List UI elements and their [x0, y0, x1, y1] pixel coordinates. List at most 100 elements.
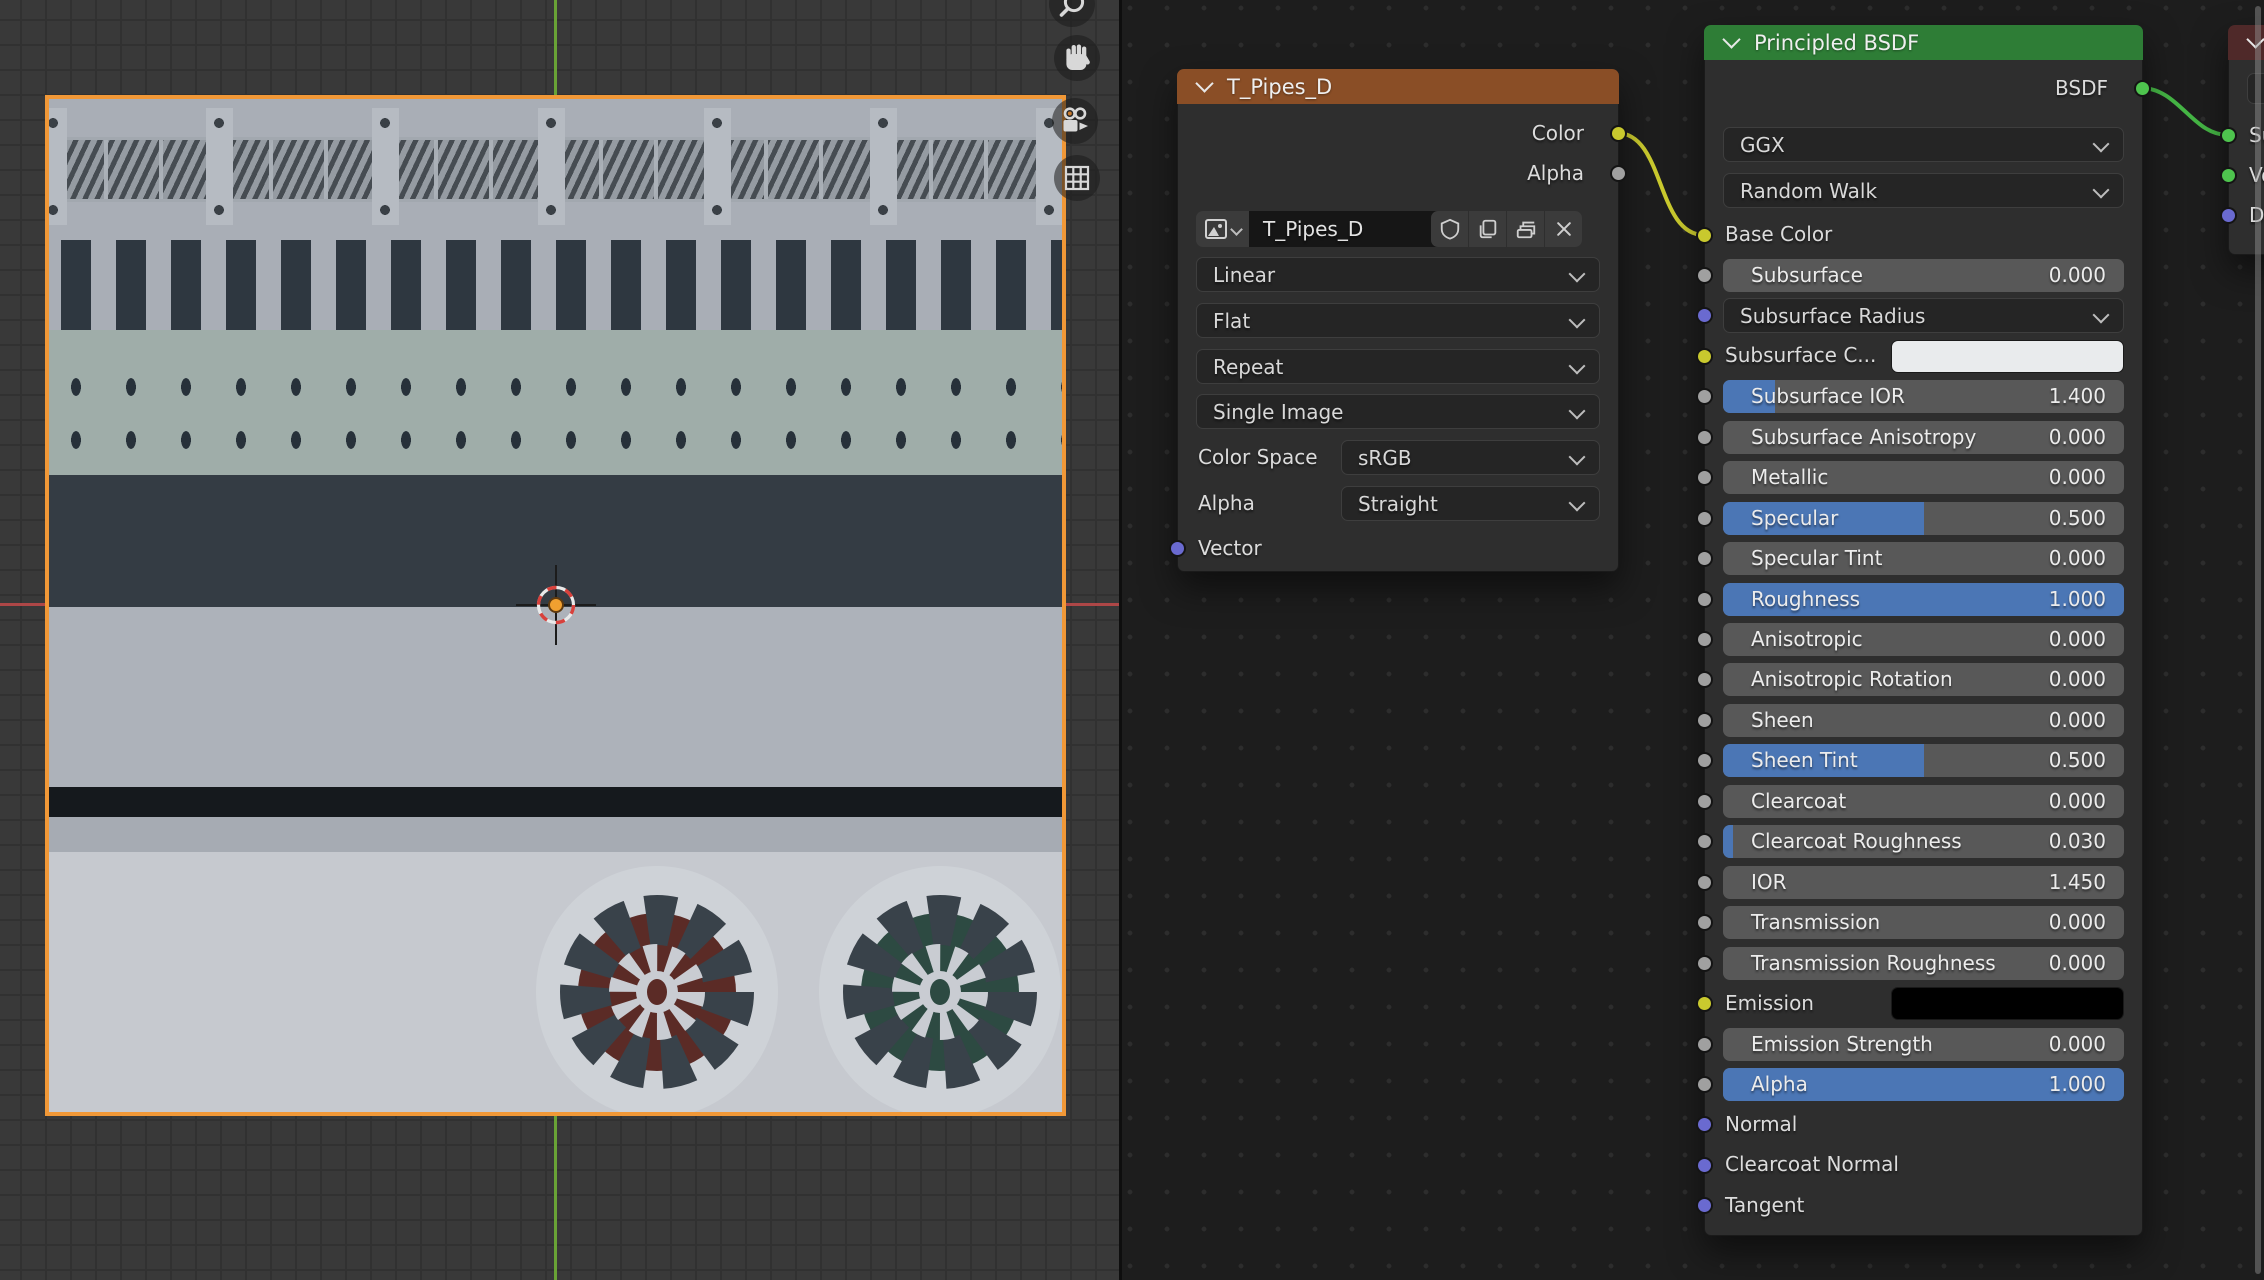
displacement-input-socket[interactable]: [2220, 207, 2237, 224]
subsurface-ior-slider[interactable]: Subsurface IOR 1.400: [1723, 380, 2124, 413]
transmission-slider[interactable]: Transmission0.000: [1723, 906, 2124, 939]
distribution-value: GGX: [1740, 133, 1785, 157]
color-space-dropdown[interactable]: sRGB: [1341, 440, 1600, 475]
clearcoat-normal-socket[interactable]: [1696, 1157, 1713, 1174]
grid-gizmo[interactable]: [1054, 155, 1100, 201]
pack-image-button[interactable]: [1507, 211, 1544, 247]
clearcoat-roughness-socket[interactable]: [1696, 833, 1713, 850]
anisotropic-rotation-slider[interactable]: Anisotropic Rotation0.000: [1723, 663, 2124, 696]
bsdf-output-socket[interactable]: [2134, 80, 2151, 97]
source-dropdown[interactable]: Single Image: [1196, 394, 1600, 429]
alpha-output-socket[interactable]: [1610, 165, 1627, 182]
volume-input-socket[interactable]: [2220, 167, 2237, 184]
editor-scrollbar[interactable]: [2255, 6, 2261, 1274]
slider-label: Anisotropic: [1751, 627, 1863, 651]
roughness-socket[interactable]: [1696, 591, 1713, 608]
clearcoat-roughness-slider[interactable]: Clearcoat Roughness0.030: [1723, 825, 2124, 858]
extension-dropdown[interactable]: Repeat: [1196, 349, 1600, 384]
texture-bracket: [45, 108, 67, 225]
sheen-slider[interactable]: Sheen0.000: [1723, 704, 2124, 737]
viewport-3d[interactable]: [0, 0, 1119, 1280]
texture-bracket: [704, 108, 731, 225]
subsurface-socket[interactable]: [1696, 267, 1713, 284]
sheen-tint-socket[interactable]: [1696, 752, 1713, 769]
subsurface-slider[interactable]: Subsurface0.000: [1723, 259, 2124, 292]
principled-bsdf-node[interactable]: Principled BSDF BSDF GGX Random Walk Bas…: [1704, 25, 2143, 1236]
subsurface-anisotropy-slider[interactable]: Subsurface Anisotropy0.000: [1723, 421, 2124, 454]
color-output-socket[interactable]: [1610, 125, 1627, 142]
slider-value: 0.000: [2049, 789, 2106, 813]
emission-strength-socket[interactable]: [1696, 1036, 1713, 1053]
image-browse-button[interactable]: [1196, 211, 1249, 247]
new-image-button[interactable]: [1469, 211, 1506, 247]
slider-label: Transmission Roughness: [1751, 951, 1996, 975]
ior-slider[interactable]: IOR1.450: [1723, 866, 2124, 899]
surface-input-socket[interactable]: [2220, 127, 2237, 144]
ior-socket[interactable]: [1696, 874, 1713, 891]
base-color-socket[interactable]: [1696, 227, 1713, 244]
transmission-roughness-socket[interactable]: [1696, 955, 1713, 972]
slider-fill: [1723, 825, 1733, 858]
subsurface-radius-socket[interactable]: [1696, 307, 1713, 324]
subsurface-c--swatch[interactable]: [1891, 340, 2124, 373]
projection-dropdown[interactable]: Flat: [1196, 303, 1600, 338]
texture-bracket: [538, 108, 565, 225]
subsurface-anisotropy-socket[interactable]: [1696, 429, 1713, 446]
specular-slider[interactable]: Specular0.500: [1723, 502, 2124, 535]
tangent-socket[interactable]: [1696, 1197, 1713, 1214]
camera-view-gizmo[interactable]: [1052, 98, 1098, 144]
clearcoat-socket[interactable]: [1696, 793, 1713, 810]
anisotropic-slider[interactable]: Anisotropic0.000: [1723, 623, 2124, 656]
emission-socket[interactable]: [1696, 995, 1713, 1012]
transmission-socket[interactable]: [1696, 914, 1713, 931]
anisotropic-rotation-socket[interactable]: [1696, 671, 1713, 688]
zoom-gizmo[interactable]: [1049, 0, 1095, 27]
collapse-chevron-icon[interactable]: [1195, 74, 1213, 92]
slider-value: 1.400: [2049, 384, 2106, 408]
sheen-socket[interactable]: [1696, 712, 1713, 729]
normal-socket[interactable]: [1696, 1116, 1713, 1133]
vector-input-socket[interactable]: [1169, 540, 1186, 557]
metallic-socket[interactable]: [1696, 469, 1713, 486]
color-row-label: Emission: [1725, 991, 1814, 1015]
subsurface-c--socket[interactable]: [1696, 348, 1713, 365]
image-name-text: T_Pipes_D: [1263, 217, 1363, 241]
interpolation-value: Linear: [1213, 263, 1275, 287]
stack-icon: [1515, 218, 1537, 240]
alpha-slider[interactable]: Alpha1.000: [1723, 1068, 2124, 1101]
clearcoat-slider[interactable]: Clearcoat0.000: [1723, 785, 2124, 818]
roughness-slider[interactable]: Roughness1.000: [1723, 583, 2124, 616]
slider-label: Clearcoat Roughness: [1751, 829, 1962, 853]
image-texture-node[interactable]: T_Pipes_D Color Alpha T_Pipes_D: [1177, 69, 1619, 572]
specular-tint-slider[interactable]: Specular Tint0.000: [1723, 542, 2124, 575]
distribution-dropdown[interactable]: GGX: [1723, 127, 2124, 162]
emission-strength-slider[interactable]: Emission Strength0.000: [1723, 1028, 2124, 1061]
slider-value: 0.000: [2049, 1032, 2106, 1056]
interpolation-dropdown[interactable]: Linear: [1196, 257, 1600, 292]
unlink-image-button[interactable]: [1545, 211, 1582, 247]
alpha-mode-dropdown[interactable]: Straight: [1341, 486, 1600, 521]
metallic-slider[interactable]: Metallic0.000: [1723, 461, 2124, 494]
subsurface-method-dropdown[interactable]: Random Walk: [1723, 173, 2124, 208]
image-name-field[interactable]: T_Pipes_D: [1249, 211, 1439, 247]
alpha-socket[interactable]: [1696, 1076, 1713, 1093]
collapse-chevron-icon[interactable]: [1722, 30, 1740, 48]
slider-value: 0.000: [2049, 425, 2106, 449]
emission-swatch[interactable]: [1891, 987, 2124, 1020]
pan-gizmo[interactable]: [1054, 35, 1100, 81]
specular-socket[interactable]: [1696, 510, 1713, 527]
subsurface-ior-socket[interactable]: [1696, 388, 1713, 405]
transmission-roughness-slider[interactable]: Transmission Roughness0.000: [1723, 947, 2124, 980]
image-node-header[interactable]: T_Pipes_D: [1177, 69, 1619, 104]
specular-tint-socket[interactable]: [1696, 550, 1713, 567]
sheen-tint-slider[interactable]: Sheen Tint0.500: [1723, 744, 2124, 777]
subsurface-radius-dropdown[interactable]: Subsurface Radius: [1723, 298, 2124, 333]
bsdf-node-header[interactable]: Principled BSDF: [1704, 25, 2143, 60]
slider-label: Subsurface IOR: [1751, 384, 1905, 408]
anisotropic-socket[interactable]: [1696, 631, 1713, 648]
bsdf-node-title: Principled BSDF: [1754, 31, 1919, 55]
texture-bracket: [870, 108, 897, 225]
fake-user-button[interactable]: [1431, 211, 1468, 247]
blender-window: T_Pipes_D Color Alpha T_Pipes_D: [0, 0, 2264, 1280]
slider-label: Sheen: [1751, 708, 1814, 732]
